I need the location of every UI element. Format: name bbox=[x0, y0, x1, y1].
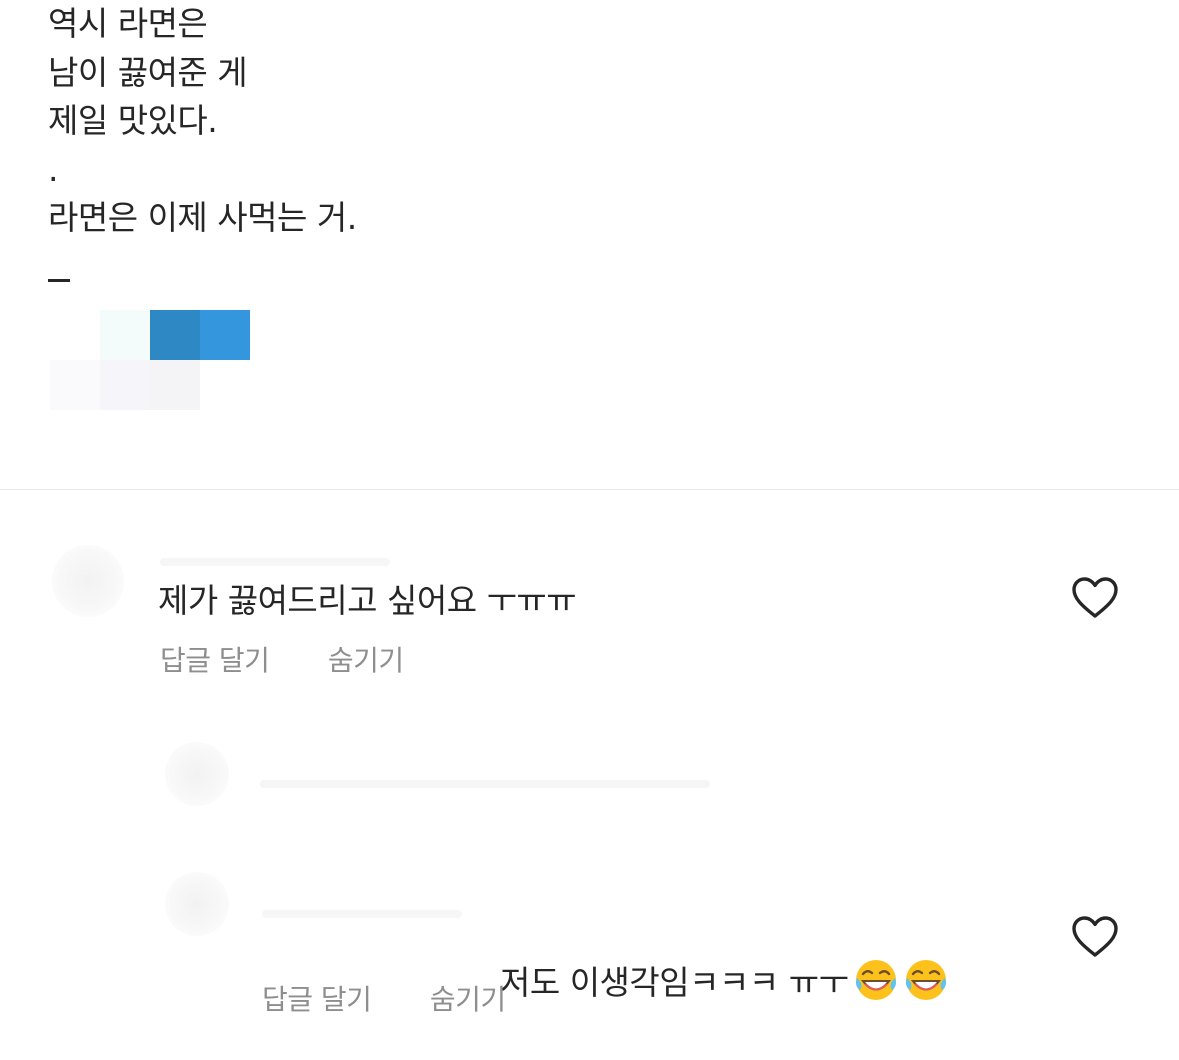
post-caption: 역시 라면은 남이 끓여준 게 제일 맛있다. . 라면은 이제 사먹는 거. bbox=[48, 0, 357, 243]
section-divider bbox=[0, 489, 1179, 490]
heart-outline-icon[interactable] bbox=[1071, 576, 1119, 620]
blurred-text bbox=[260, 780, 710, 788]
blurred-avatar[interactable] bbox=[165, 742, 229, 806]
pixel-tile bbox=[50, 360, 100, 410]
reply-button[interactable]: 답글 달기 bbox=[160, 643, 270, 679]
caption-line: 남이 끓여준 게 bbox=[48, 52, 248, 92]
blurred-username bbox=[262, 910, 462, 918]
pixel-tile bbox=[200, 310, 250, 360]
blurred-avatar[interactable] bbox=[165, 872, 229, 936]
reply-button[interactable]: 답글 달기 bbox=[262, 982, 372, 1018]
caption-line: . bbox=[48, 149, 58, 189]
caption-line: 역시 라면은 bbox=[48, 4, 208, 43]
pixel-tile bbox=[150, 310, 200, 360]
caption-dash bbox=[48, 279, 70, 282]
comment-text: 저도 이생각임ㅋㅋㅋ ㅠㅜ bbox=[480, 916, 948, 1004]
pixel-tile bbox=[100, 310, 150, 360]
caption-line: 라면은 이제 사먹는 거. bbox=[48, 198, 357, 237]
pixel-tile bbox=[100, 360, 150, 410]
pixelated-censor-block bbox=[50, 310, 300, 410]
face-with-tears-of-joy-emoji bbox=[906, 960, 947, 1000]
hide-button[interactable]: 숨기기 bbox=[328, 643, 404, 679]
pixel-tile bbox=[150, 360, 200, 410]
comment-text: 제가 끓여드리고 싶어요 ㅜㅠㅠ bbox=[158, 581, 577, 620]
comment-actions: 답글 달기 숨기기 bbox=[262, 982, 506, 1018]
blurred-username bbox=[160, 558, 390, 566]
comment-text-body: 저도 이생각임ㅋㅋㅋ ㅠㅜ bbox=[499, 963, 849, 1002]
comment-actions: 답글 달기 숨기기 bbox=[160, 643, 404, 679]
hide-button[interactable]: 숨기기 bbox=[430, 982, 506, 1018]
heart-outline-icon[interactable] bbox=[1071, 915, 1119, 959]
face-with-tears-of-joy-emoji bbox=[856, 960, 897, 1000]
caption-line: 제일 맛있다. bbox=[48, 101, 218, 140]
blurred-avatar[interactable] bbox=[52, 545, 124, 617]
